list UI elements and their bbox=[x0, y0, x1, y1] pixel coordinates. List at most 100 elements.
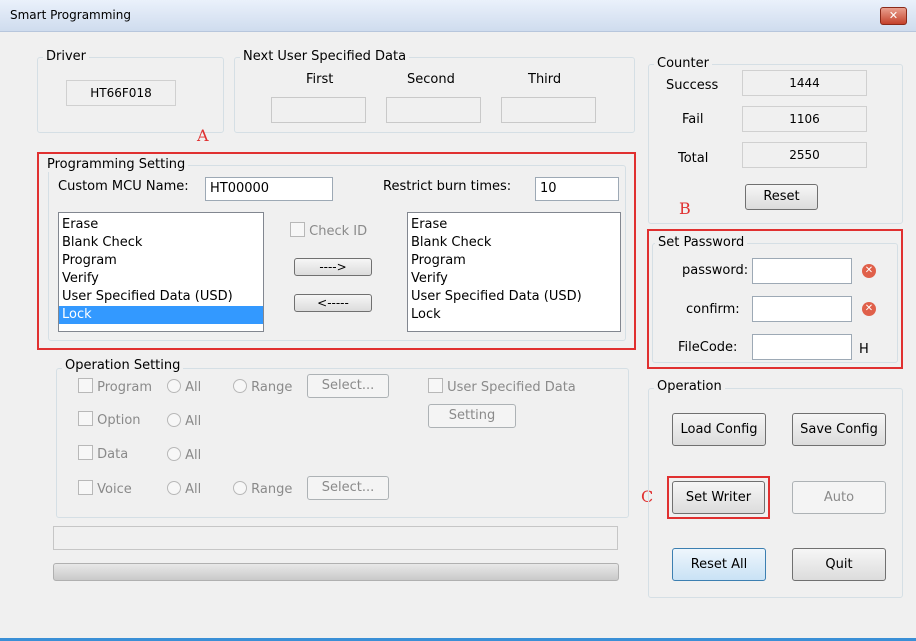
total-label: Total bbox=[678, 151, 709, 166]
program-all-dot bbox=[167, 379, 181, 393]
program-range-radio: Range bbox=[233, 379, 292, 395]
list-item-selected[interactable]: Lock bbox=[59, 306, 263, 324]
programming-legend: Programming Setting bbox=[44, 157, 189, 172]
program-box bbox=[78, 378, 93, 393]
close-icon[interactable]: ✕ bbox=[880, 7, 907, 25]
option-checkbox: Option bbox=[78, 411, 141, 428]
total-value: 2550 bbox=[742, 142, 867, 168]
operation-legend: Operation bbox=[654, 379, 725, 394]
data-label: Data bbox=[97, 447, 129, 462]
option-all-radio: All bbox=[167, 413, 201, 429]
mcu-name-label: Custom MCU Name: bbox=[58, 179, 189, 194]
driver-legend: Driver bbox=[43, 49, 90, 64]
usd-box bbox=[428, 378, 443, 393]
quit-button[interactable]: Quit bbox=[792, 548, 886, 581]
usd-second-label: Second bbox=[407, 72, 455, 87]
restrict-burn-input[interactable]: 10 bbox=[535, 177, 619, 201]
data-all-radio: All bbox=[167, 447, 201, 463]
annotation-b: B bbox=[679, 199, 691, 218]
load-config-button[interactable]: Load Config bbox=[672, 413, 766, 446]
voice-range-label: Range bbox=[251, 482, 293, 497]
title-bar bbox=[0, 0, 916, 32]
filecode-input[interactable] bbox=[752, 334, 852, 360]
move-right-button[interactable]: ----> bbox=[294, 258, 372, 276]
option-box bbox=[78, 411, 93, 426]
usd-first-field bbox=[271, 97, 366, 123]
voice-label: Voice bbox=[97, 482, 132, 497]
counter-reset-button[interactable]: Reset bbox=[745, 184, 818, 210]
program-select-button: Select... bbox=[307, 374, 389, 398]
usd-third-label: Third bbox=[528, 72, 562, 87]
mcu-name-input[interactable]: HT00000 bbox=[205, 177, 333, 201]
option-label: Option bbox=[97, 413, 141, 428]
auto-button: Auto bbox=[792, 481, 886, 514]
move-left-button[interactable]: <----- bbox=[294, 294, 372, 312]
usd-checkbox: User Specified Data bbox=[428, 378, 576, 395]
voice-select-button: Select... bbox=[307, 476, 389, 500]
password-input[interactable] bbox=[752, 258, 852, 284]
voice-all-label: All bbox=[185, 482, 202, 497]
program-label: Program bbox=[97, 380, 152, 395]
data-checkbox: Data bbox=[78, 445, 128, 462]
password-legend: Set Password bbox=[655, 235, 748, 250]
password-label: password: bbox=[682, 263, 749, 278]
usd-label: User Specified Data bbox=[447, 380, 576, 395]
check-id-checkbox: Check ID bbox=[290, 222, 367, 239]
check-id-box bbox=[290, 222, 305, 237]
filecode-suffix: H bbox=[859, 342, 869, 357]
list-item[interactable]: User Specified Data (USD) bbox=[408, 288, 620, 306]
program-range-label: Range bbox=[251, 380, 293, 395]
error-icon: ✕ bbox=[862, 264, 876, 278]
program-all-radio: All bbox=[167, 379, 201, 395]
success-value: 1444 bbox=[742, 70, 867, 96]
option-all-label: All bbox=[185, 414, 202, 429]
option-all-dot bbox=[167, 413, 181, 427]
voice-box bbox=[78, 480, 93, 495]
program-checkbox: Program bbox=[78, 378, 152, 395]
fail-value: 1106 bbox=[742, 106, 867, 132]
voice-range-radio: Range bbox=[233, 481, 292, 497]
voice-range-dot bbox=[233, 481, 247, 495]
fail-label: Fail bbox=[682, 112, 704, 127]
list-item[interactable]: Verify bbox=[59, 270, 263, 288]
program-range-dot bbox=[233, 379, 247, 393]
reset-all-button[interactable]: Reset All bbox=[672, 548, 766, 581]
operation-setting-legend: Operation Setting bbox=[62, 358, 184, 373]
list-item[interactable]: Program bbox=[59, 252, 263, 270]
voice-all-radio: All bbox=[167, 481, 201, 497]
list-item[interactable]: Erase bbox=[59, 216, 263, 234]
progress-bar bbox=[53, 563, 619, 581]
selected-steps-list[interactable]: Erase Blank Check Program Verify User Sp… bbox=[407, 212, 621, 332]
success-label: Success bbox=[666, 78, 719, 93]
confirm-input[interactable] bbox=[752, 296, 852, 322]
usd-first-label: First bbox=[306, 72, 334, 87]
data-box bbox=[78, 445, 93, 460]
error-icon: ✕ bbox=[862, 302, 876, 316]
set-writer-button[interactable]: Set Writer bbox=[672, 481, 765, 514]
list-item[interactable]: Erase bbox=[408, 216, 620, 234]
usd-legend: Next User Specified Data bbox=[240, 49, 410, 64]
window-title: Smart Programming bbox=[10, 8, 131, 22]
restrict-burn-label: Restrict burn times: bbox=[383, 179, 512, 194]
data-all-dot bbox=[167, 447, 181, 461]
data-all-label: All bbox=[185, 448, 202, 463]
available-steps-list[interactable]: Erase Blank Check Program Verify User Sp… bbox=[58, 212, 264, 332]
usd-second-field bbox=[386, 97, 481, 123]
check-id-label: Check ID bbox=[309, 224, 368, 239]
usd-third-field bbox=[501, 97, 596, 123]
voice-checkbox: Voice bbox=[78, 480, 132, 497]
save-config-button[interactable]: Save Config bbox=[792, 413, 886, 446]
counter-legend: Counter bbox=[654, 56, 712, 71]
list-item[interactable]: Blank Check bbox=[408, 234, 620, 252]
confirm-label: confirm: bbox=[686, 302, 740, 317]
list-item[interactable]: Lock bbox=[408, 306, 620, 324]
list-item[interactable]: User Specified Data (USD) bbox=[59, 288, 263, 306]
filecode-label: FileCode: bbox=[678, 340, 738, 355]
usd-setting-button: Setting bbox=[428, 404, 516, 428]
program-all-label: All bbox=[185, 380, 202, 395]
list-item[interactable]: Program bbox=[408, 252, 620, 270]
driver-value: HT66F018 bbox=[66, 80, 176, 106]
status-field bbox=[53, 526, 618, 550]
list-item[interactable]: Verify bbox=[408, 270, 620, 288]
list-item[interactable]: Blank Check bbox=[59, 234, 263, 252]
